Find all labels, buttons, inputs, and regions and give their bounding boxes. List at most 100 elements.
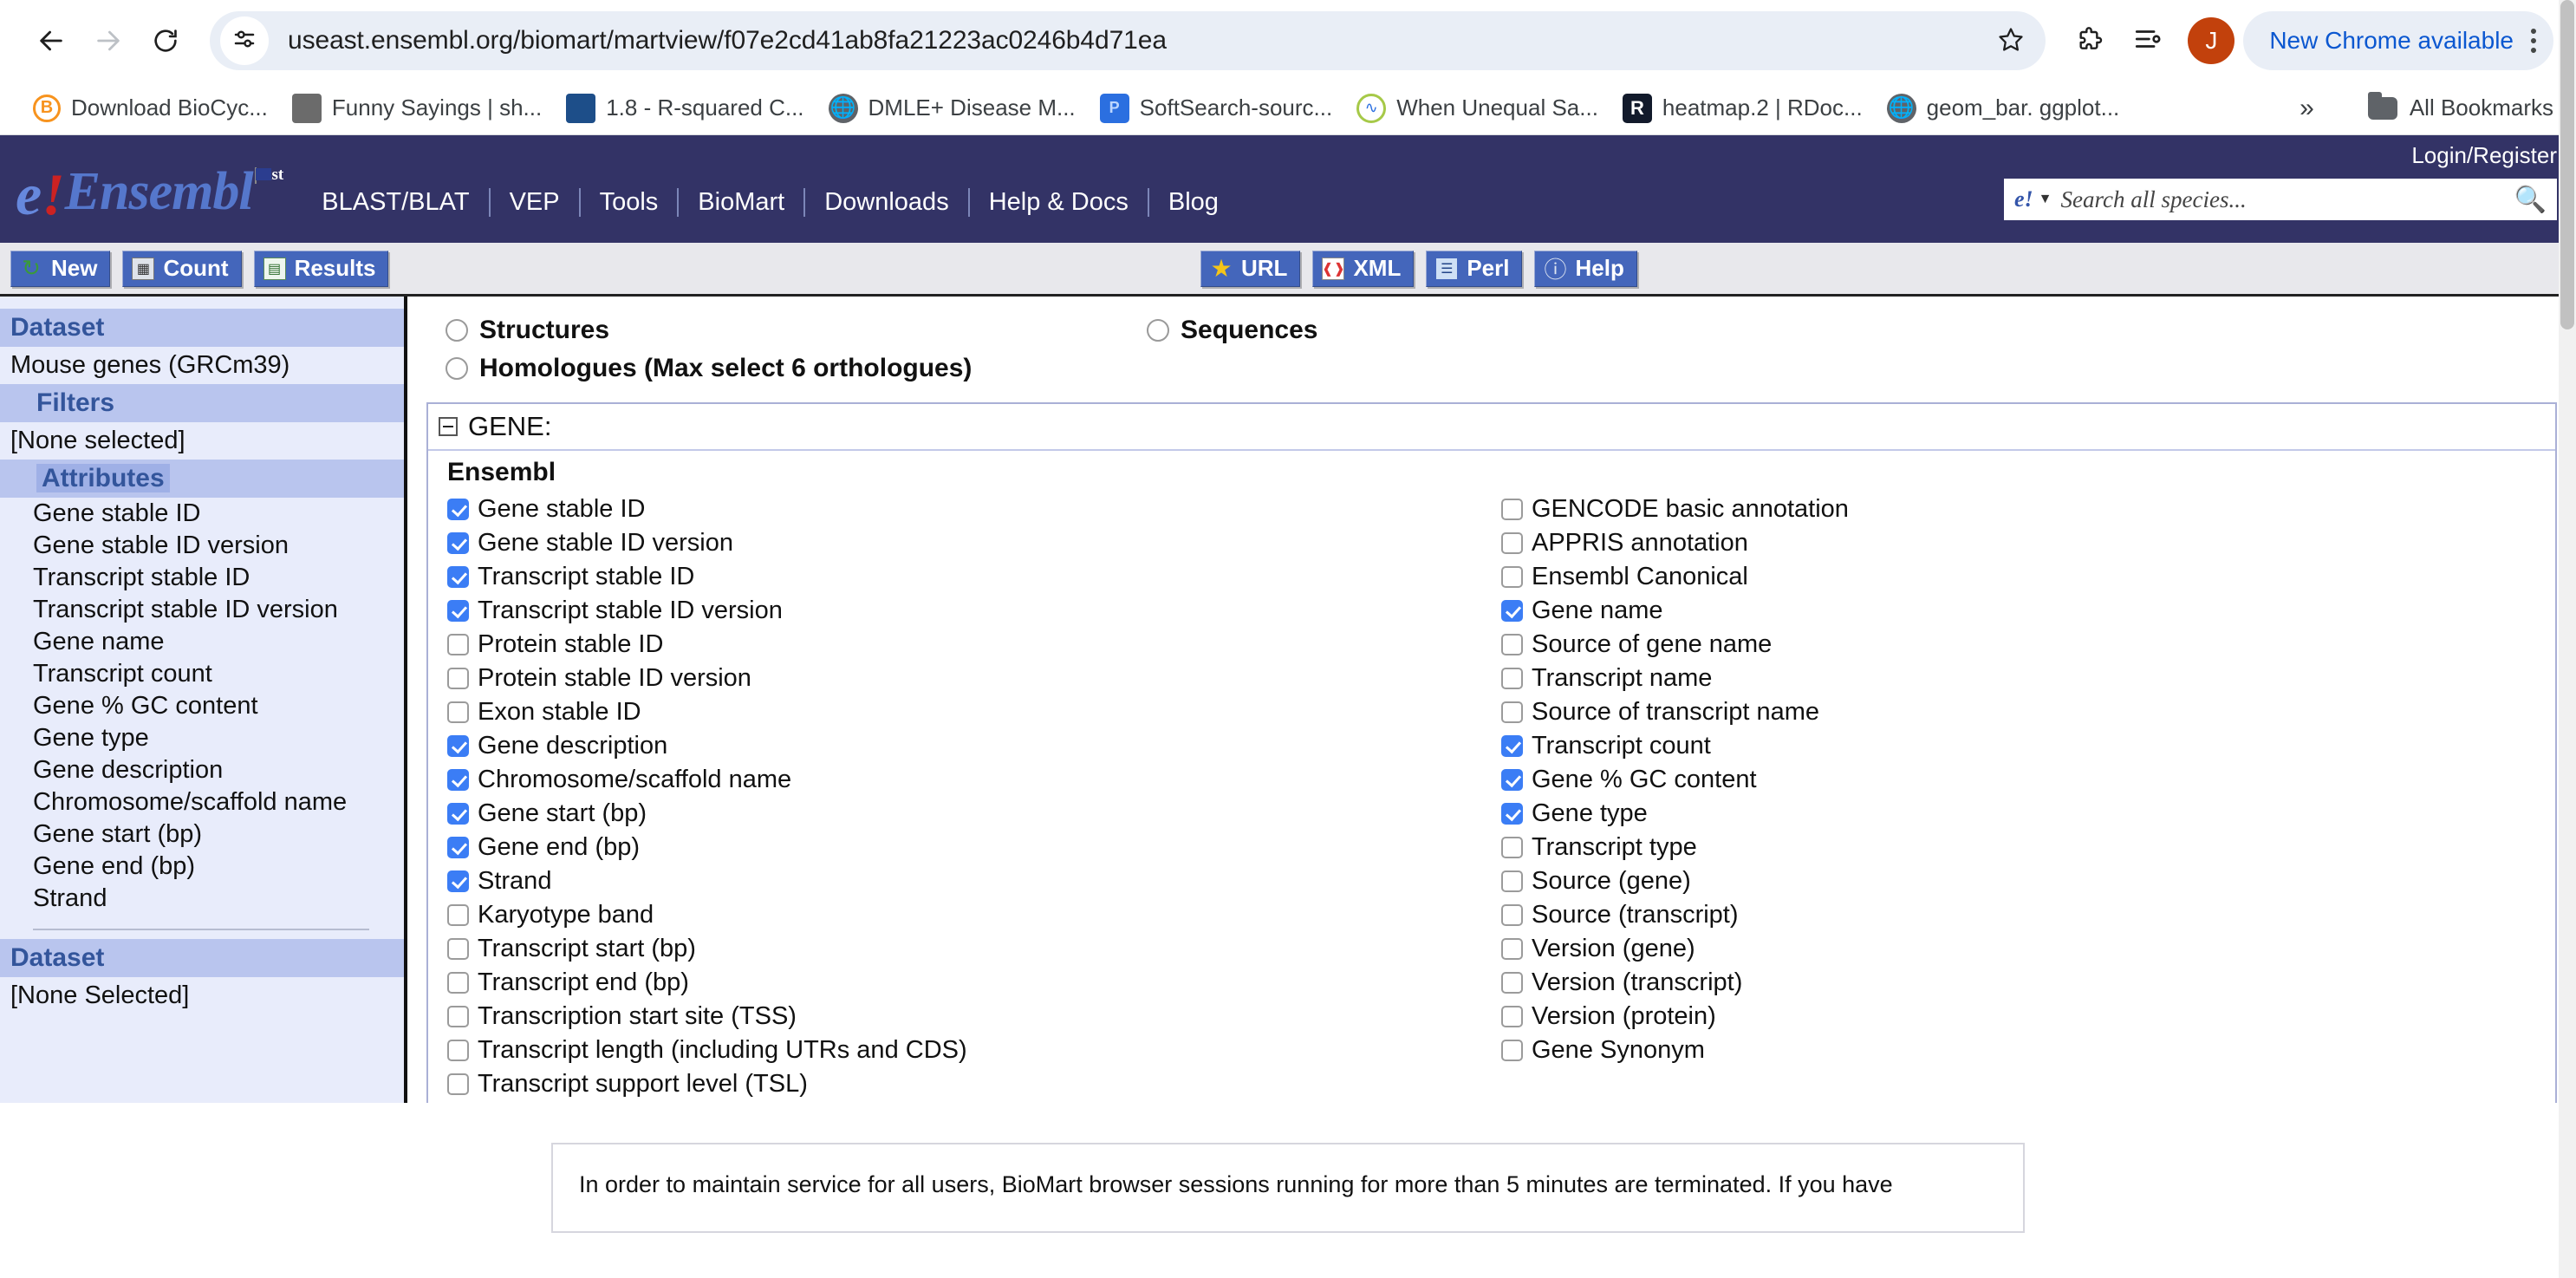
forward-button[interactable]	[80, 12, 137, 69]
sidebar-attribute-item[interactable]: Gene start (bp)	[0, 818, 404, 851]
checkbox-icon[interactable]	[447, 532, 469, 554]
checkbox-gene-synonym[interactable]: Gene Synonym	[1501, 1033, 2555, 1067]
checkbox-version-protein[interactable]: Version (protein)	[1501, 1000, 2555, 1033]
checkbox-version-gene[interactable]: Version (gene)	[1501, 932, 2555, 966]
checkbox-icon[interactable]	[447, 769, 469, 791]
bookmark-item[interactable]: 1.8 - R-squared C...	[554, 88, 816, 128]
checkbox-transcript-length[interactable]: Transcript length (including UTRs and CD…	[447, 1033, 1501, 1067]
nav-tools[interactable]: Tools	[579, 188, 678, 217]
checkbox-icon[interactable]	[447, 600, 469, 622]
sidebar-attribute-item[interactable]: Transcript stable ID version	[0, 594, 404, 626]
checkbox-transcript-support-level[interactable]: Transcript support level (TSL)	[447, 1067, 1501, 1101]
bookmark-item[interactable]: ∿ When Unequal Sa...	[1344, 88, 1610, 128]
checkbox-source-of-transcript-name[interactable]: Source of transcript name	[1501, 695, 2555, 729]
bookmark-item[interactable]: R heatmap.2 | RDoc...	[1610, 88, 1875, 128]
sidebar-filters-heading[interactable]: Filters	[0, 384, 404, 422]
radio-sequences[interactable]: Sequences	[1147, 316, 1317, 345]
nav-help-docs[interactable]: Help & Docs	[968, 188, 1148, 217]
checkbox-icon[interactable]	[1501, 972, 1523, 994]
checkbox-ensembl-canonical[interactable]: Ensembl Canonical	[1501, 560, 2555, 594]
checkbox-gene-gc-content[interactable]: Gene % GC content	[1501, 763, 2555, 797]
search-input[interactable]: Search all species...	[2061, 186, 2514, 213]
reading-list-button[interactable]	[2120, 13, 2176, 68]
checkbox-source-transcript[interactable]: Source (transcript)	[1501, 898, 2555, 932]
sidebar-attribute-item[interactable]: Gene % GC content	[0, 690, 404, 722]
checkbox-icon[interactable]	[447, 870, 469, 892]
page-scrollbar[interactable]	[2559, 0, 2576, 1278]
sidebar-attribute-item[interactable]: Gene name	[0, 626, 404, 658]
checkbox-icon[interactable]	[447, 735, 469, 757]
checkbox-icon[interactable]	[1501, 1006, 1523, 1027]
login-register-link[interactable]: Login/Register	[2411, 142, 2557, 169]
three-dot-menu-icon[interactable]	[2531, 29, 2536, 53]
checkbox-icon[interactable]	[447, 634, 469, 655]
collapse-minus-icon[interactable]	[439, 417, 458, 436]
checkbox-icon[interactable]	[1501, 1040, 1523, 1061]
checkbox-icon[interactable]	[1501, 701, 1523, 723]
perl-button[interactable]: ☰ Perl	[1426, 251, 1522, 287]
site-settings-button[interactable]	[220, 16, 269, 65]
sidebar-attribute-item[interactable]: Gene description	[0, 754, 404, 786]
checkbox-icon[interactable]	[447, 1073, 469, 1095]
checkbox-exon-stable-id[interactable]: Exon stable ID	[447, 695, 1501, 729]
checkbox-icon[interactable]	[1501, 532, 1523, 554]
checkbox-source-gene[interactable]: Source (gene)	[1501, 864, 2555, 898]
checkbox-gene-start-bp[interactable]: Gene start (bp)	[447, 797, 1501, 831]
checkbox-protein-stable-id[interactable]: Protein stable ID	[447, 628, 1501, 662]
sidebar-attributes-heading[interactable]: Attributes	[0, 460, 404, 498]
back-button[interactable]	[23, 12, 80, 69]
sidebar-attribute-item[interactable]: Strand	[0, 883, 404, 915]
checkbox-icon[interactable]	[447, 499, 469, 520]
url-text[interactable]: useast.ensembl.org/biomart/martview/f07e…	[288, 26, 1987, 55]
nav-blog[interactable]: Blog	[1148, 188, 1238, 217]
checkbox-protein-stable-id-version[interactable]: Protein stable ID version	[447, 662, 1501, 695]
checkbox-icon[interactable]	[1501, 803, 1523, 825]
checkbox-transcription-start-site[interactable]: Transcription start site (TSS)	[447, 1000, 1501, 1033]
ensembl-logo[interactable]: e ! Ensembl east	[16, 165, 283, 224]
checkbox-gene-type[interactable]: Gene type	[1501, 797, 2555, 831]
checkbox-icon[interactable]	[447, 1040, 469, 1061]
bookmark-item[interactable]: 🌐 geom_bar. ggplot...	[1875, 88, 2132, 128]
checkbox-gene-description[interactable]: Gene description	[447, 729, 1501, 763]
bookmark-item[interactable]: P SoftSearch-sourc...	[1088, 88, 1345, 128]
sidebar-attribute-item[interactable]: Transcript count	[0, 658, 404, 690]
nav-downloads[interactable]: Downloads	[803, 188, 967, 217]
sidebar-attribute-item[interactable]: Gene stable ID	[0, 498, 404, 530]
extensions-button[interactable]	[2061, 13, 2117, 68]
bookmarks-overflow-button[interactable]: »	[2286, 94, 2328, 123]
reload-button[interactable]	[137, 12, 194, 69]
nav-biomart[interactable]: BioMart	[677, 188, 803, 217]
species-search-bar[interactable]: e! ▼ Search all species... 🔍	[2004, 179, 2557, 220]
checkbox-gene-name[interactable]: Gene name	[1501, 594, 2555, 628]
chevron-down-icon[interactable]: ▼	[2039, 192, 2052, 207]
page-scrollbar-thumb[interactable]	[2560, 0, 2574, 329]
checkbox-gene-end-bp[interactable]: Gene end (bp)	[447, 831, 1501, 864]
checkbox-icon[interactable]	[1501, 870, 1523, 892]
checkbox-transcript-end-bp[interactable]: Transcript end (bp)	[447, 966, 1501, 1000]
sidebar-attribute-item[interactable]: Gene type	[0, 722, 404, 754]
count-button[interactable]: ▦ Count	[122, 251, 241, 287]
xml-button[interactable]: ❰❱ XML	[1312, 251, 1414, 287]
sidebar-attribute-item[interactable]: Gene end (bp)	[0, 851, 404, 883]
magnifier-icon[interactable]: 🔍	[2514, 185, 2547, 215]
checkbox-icon[interactable]	[447, 837, 469, 858]
checkbox-gencode-basic-annotation[interactable]: GENCODE basic annotation	[1501, 492, 2555, 526]
checkbox-icon[interactable]	[1501, 938, 1523, 960]
sidebar-dataset-value[interactable]: Mouse genes (GRCm39)	[0, 347, 404, 384]
url-button[interactable]: ★ URL	[1200, 251, 1300, 287]
checkbox-icon[interactable]	[1501, 904, 1523, 926]
sidebar-attribute-item[interactable]: Gene stable ID version	[0, 530, 404, 562]
checkbox-icon[interactable]	[447, 938, 469, 960]
checkbox-transcript-count[interactable]: Transcript count	[1501, 729, 2555, 763]
new-button[interactable]: ↻ New	[10, 251, 110, 287]
checkbox-icon[interactable]	[1501, 769, 1523, 791]
bookmark-item[interactable]: 🌐 DMLE+ Disease M...	[816, 88, 1088, 128]
checkbox-transcript-stable-id[interactable]: Transcript stable ID	[447, 560, 1501, 594]
checkbox-version-transcript[interactable]: Version (transcript)	[1501, 966, 2555, 1000]
checkbox-transcript-type[interactable]: Transcript type	[1501, 831, 2555, 864]
nav-vep[interactable]: VEP	[489, 188, 579, 217]
checkbox-icon[interactable]	[1501, 735, 1523, 757]
checkbox-icon[interactable]	[1501, 566, 1523, 588]
checkbox-icon[interactable]	[1501, 668, 1523, 689]
help-button[interactable]: ⓘ Help	[1534, 251, 1636, 287]
